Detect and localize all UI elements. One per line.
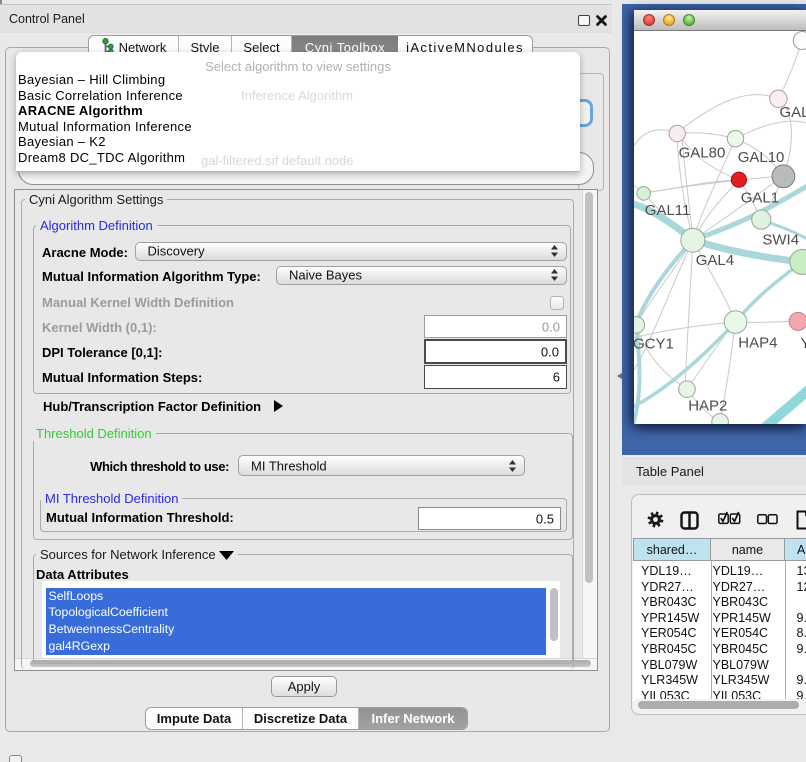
svg-text:GAL1: GAL1 [741,190,779,207]
svg-text:GAL80: GAL80 [679,145,726,162]
svg-text:GAL11: GAL11 [645,202,691,219]
svg-text:GAL10: GAL10 [738,149,785,166]
svg-text:Y: Y [801,335,806,352]
svg-text:SWI4: SWI4 [762,232,799,249]
svg-text:GCY1: GCY1 [634,336,674,353]
svg-text:GAL: GAL [780,104,806,121]
svg-text:HAP2: HAP2 [688,398,727,415]
svg-text:HAP4: HAP4 [738,335,777,352]
svg-text:GAL4: GAL4 [696,252,734,269]
